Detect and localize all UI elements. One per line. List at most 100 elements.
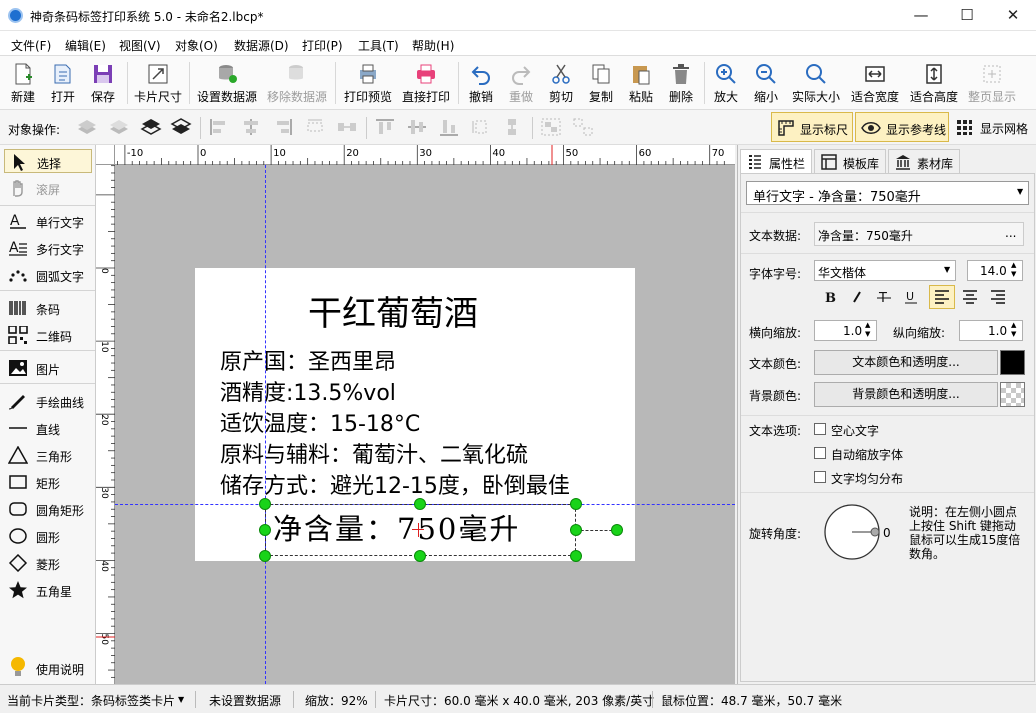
distribute-vert-icon[interactable] <box>470 117 492 137</box>
tool-rectangle[interactable]: 矩形 <box>4 470 92 494</box>
tool-scroll[interactable]: 滚屏 <box>4 176 92 200</box>
send-back-icon[interactable] <box>108 117 130 137</box>
tool-barcode[interactable]: 条码 <box>4 296 92 320</box>
copy-button[interactable]: 复制 <box>583 56 619 110</box>
resize-handle-sw[interactable] <box>259 550 271 562</box>
zoom-in-button[interactable]: 放大 <box>708 56 744 110</box>
ungroup-icon[interactable] <box>572 117 594 137</box>
close-button[interactable]: ✕ <box>990 0 1036 31</box>
new-button[interactable]: 新建 <box>4 56 42 110</box>
undo-button[interactable]: 撤销 <box>463 56 499 110</box>
menu-tools[interactable]: 工具(T) <box>358 37 399 54</box>
stepper-arrows-icon[interactable]: ▲ ▼ <box>1011 321 1016 339</box>
maximize-button[interactable]: ☐ <box>944 0 990 31</box>
same-height-icon[interactable] <box>502 117 524 137</box>
show-ruler-toggle[interactable]: 显示标尺 <box>771 112 853 142</box>
tool-freehand[interactable]: 手绘曲线 <box>4 389 92 413</box>
redo-button[interactable]: 重做 <box>503 56 539 110</box>
print-preview-button[interactable]: 打印预览 <box>340 56 396 110</box>
bg-color-button[interactable]: 背景颜色和透明度... <box>814 382 998 407</box>
remove-datasource-button[interactable]: 移除数据源 <box>264 56 330 110</box>
whole-page-button[interactable]: 整页显示 <box>964 56 1020 110</box>
status-card-type[interactable]: 当前卡片类型：条码标签类卡片 <box>7 692 175 709</box>
stepper-arrows-icon[interactable]: ▲ ▼ <box>1011 261 1016 279</box>
label-ingredients-text[interactable]: 原料与辅料：葡萄汁、二氧化硫 <box>220 437 528 469</box>
resize-handle-ne[interactable] <box>570 498 582 510</box>
menu-edit[interactable]: 编辑(E) <box>65 37 106 54</box>
tool-triangle[interactable]: 三角形 <box>4 443 92 467</box>
vscale-stepper[interactable]: 1.0 ▲ ▼ <box>959 320 1023 341</box>
fit-width-button[interactable]: 适合宽度 <box>847 56 903 110</box>
hscale-stepper[interactable]: 1.0 ▲ ▼ <box>814 320 877 341</box>
object-select-dropdown[interactable]: 单行文字 - 净含量：750毫升 ▼ <box>746 181 1029 205</box>
vertical-guide-line[interactable] <box>265 165 266 684</box>
menu-file[interactable]: 文件(F) <box>11 37 51 54</box>
menu-view[interactable]: 视图(V) <box>119 37 161 54</box>
align-center-text-icon[interactable] <box>962 290 978 304</box>
menu-print[interactable]: 打印(P) <box>302 37 343 54</box>
tool-image[interactable]: 图片 <box>4 356 92 380</box>
tool-arc-text[interactable]: 圆弧文字 <box>4 263 92 287</box>
resize-handle-s[interactable] <box>414 550 426 562</box>
label-storage-text[interactable]: 储存方式：避光12-15度，卧倒最佳 <box>220 468 570 500</box>
tool-single-text[interactable]: A 单行文字 <box>4 209 92 233</box>
actual-size-button[interactable]: 实际大小 <box>788 56 844 110</box>
align-left-text-button[interactable] <box>929 285 955 309</box>
tab-templates[interactable]: 模板库 <box>814 149 886 173</box>
cut-button[interactable]: 剪切 <box>543 56 579 110</box>
menu-object[interactable]: 对象(O) <box>175 37 218 54</box>
label-origin-text[interactable]: 原产国：圣西里昂 <box>220 344 396 376</box>
strikethrough-icon[interactable]: T <box>876 289 892 305</box>
group-icon[interactable] <box>540 117 562 137</box>
menu-datasource[interactable]: 数据源(D) <box>234 37 289 54</box>
align-top-icon[interactable] <box>374 117 396 137</box>
align-right-icon[interactable] <box>272 117 294 137</box>
horizontal-ruler[interactable]: -10 0 10 20 30 40 50 60 70 <box>115 145 735 165</box>
text-color-swatch[interactable] <box>1000 350 1025 375</box>
align-left-icon[interactable] <box>208 117 230 137</box>
bring-front-icon[interactable] <box>76 117 98 137</box>
rotate-handle[interactable] <box>611 524 623 536</box>
text-data-edit-button[interactable]: ... <box>1005 226 1016 240</box>
set-datasource-button[interactable]: 设置数据源 <box>194 56 260 110</box>
delete-button[interactable]: 删除 <box>663 56 699 110</box>
save-button[interactable]: 保存 <box>84 56 122 110</box>
label-title-text[interactable]: 干红葡萄酒 <box>308 286 478 335</box>
stepper-arrows-icon[interactable]: ▲ ▼ <box>865 321 870 339</box>
even-distribute-checkbox[interactable] <box>814 471 826 483</box>
hollow-text-checkbox[interactable] <box>814 423 826 435</box>
font-name-select[interactable]: 华文楷体 ▼ <box>814 260 956 281</box>
show-grid-toggle[interactable]: 显示网格 <box>953 112 1035 142</box>
tool-circle[interactable]: 圆形 <box>4 524 92 548</box>
label-abv-text[interactable]: 酒精度:13.5%vol <box>220 375 396 407</box>
auto-scale-checkbox[interactable] <box>814 447 826 459</box>
show-guides-toggle[interactable]: 显示参考线 <box>855 112 949 142</box>
minimize-button[interactable]: — <box>898 0 944 31</box>
underline-icon[interactable]: U <box>903 289 919 305</box>
tab-assets[interactable]: 素材库 <box>888 149 960 173</box>
text-data-field[interactable]: 净含量：750毫升 ... <box>814 222 1024 246</box>
paste-button[interactable]: 粘贴 <box>623 56 659 110</box>
align-bottom-icon[interactable] <box>438 117 460 137</box>
tool-select[interactable]: 选择 <box>4 149 92 173</box>
bg-color-swatch[interactable] <box>1000 382 1025 407</box>
resize-handle-e[interactable] <box>570 524 582 536</box>
tool-qrcode[interactable]: 二维码 <box>4 323 92 347</box>
tab-properties[interactable]: 属性栏 <box>740 149 812 173</box>
label-temp-text[interactable]: 适饮温度：15-18°C <box>220 406 420 438</box>
dropdown-arrow-icon[interactable]: ▼ <box>178 695 184 704</box>
resize-handle-w[interactable] <box>259 524 271 536</box>
layer-down-icon[interactable] <box>170 117 192 137</box>
resize-handle-nw[interactable] <box>259 498 271 510</box>
vertical-ruler[interactable]: 0 10 20 30 40 50 <box>96 165 115 684</box>
tool-star[interactable]: 五角星 <box>4 578 92 602</box>
direct-print-button[interactable]: 直接打印 <box>398 56 454 110</box>
open-button[interactable]: 打开 <box>44 56 82 110</box>
fit-height-button[interactable]: 适合高度 <box>906 56 962 110</box>
zoom-out-button[interactable]: 缩小 <box>748 56 784 110</box>
tool-round-rect[interactable]: 圆角矩形 <box>4 497 92 521</box>
italic-icon[interactable] <box>849 289 865 305</box>
resize-handle-se[interactable] <box>570 550 582 562</box>
tool-multi-text[interactable]: A 多行文字 <box>4 236 92 260</box>
resize-handle-n[interactable] <box>414 498 426 510</box>
